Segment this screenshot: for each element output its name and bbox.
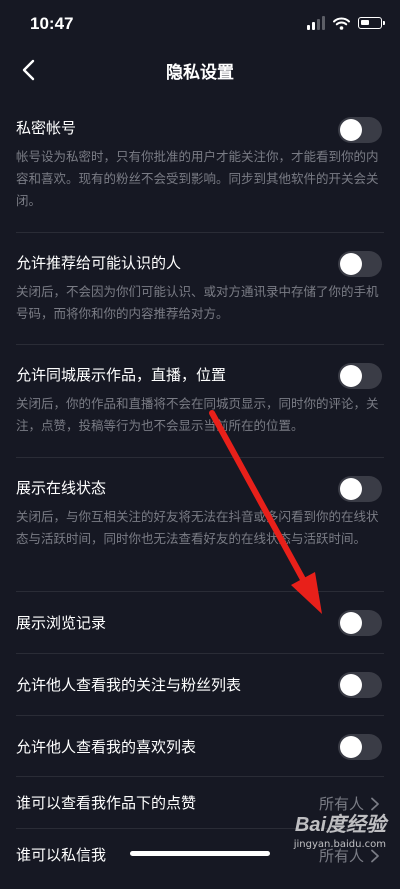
- chevron-right-icon: [371, 849, 379, 862]
- likes-list-toggle[interactable]: [338, 734, 382, 760]
- setting-online-status: 展示在线状态 关闭后，与你互相关注的好友将无法在抖音或多闪看到你的在线状态与活跃…: [16, 458, 384, 592]
- watermark-url: jingyan.baidu.com: [293, 839, 386, 850]
- browsing-history-toggle[interactable]: [338, 610, 382, 636]
- setting-likes-list: 允许他人查看我的喜欢列表: [16, 716, 384, 777]
- setting-description: 关闭后，不会因为你们可能认识、或对方通讯录中存储了你的手机号码，而将你和你的内容…: [16, 284, 379, 321]
- setting-following-list: 允许他人查看我的关注与粉丝列表: [16, 654, 384, 716]
- setting-label: 展示浏览记录: [16, 614, 107, 632]
- setting-label: 允许他人查看我的关注与粉丝列表: [16, 676, 242, 694]
- settings-list: 私密帐号 帐号设为私密时，只有你批准的用户才能关注你，才能看到你的内容和喜欢。现…: [0, 96, 400, 889]
- status-bar: 10:47: [0, 0, 400, 48]
- setting-label: 允许他人查看我的喜欢列表: [16, 738, 197, 756]
- watermark: Bai度经验 jingyan.baidu.com: [294, 808, 386, 850]
- setting-label: 允许推荐给可能认识的人: [16, 254, 182, 272]
- setting-description: 关闭后，你的作品和直播将不会在同城页显示，同时你的评论，关注，点赞，投稿等行为也…: [16, 396, 379, 433]
- setting-label: 允许同城展示作品，直播，位置: [16, 366, 227, 384]
- following-list-toggle[interactable]: [338, 672, 382, 698]
- status-icons: [307, 16, 385, 30]
- setting-browsing-history: 展示浏览记录: [16, 592, 384, 654]
- nearby-display-toggle[interactable]: [338, 363, 382, 389]
- cellular-signal-icon: [307, 16, 325, 30]
- home-indicator[interactable]: [130, 851, 270, 856]
- online-status-toggle[interactable]: [338, 476, 382, 502]
- nav-bar: 隐私设置: [0, 48, 400, 92]
- setting-description: 关闭后，与你互相关注的好友将无法在抖音或多闪看到你的在线状态与活跃时间，同时你也…: [16, 509, 379, 546]
- setting-private-account: 私密帐号 帐号设为私密时，只有你批准的用户才能关注你，才能看到你的内容和喜欢。现…: [16, 96, 384, 233]
- watermark-logo: Bai度经验: [294, 814, 386, 836]
- setting-label: 展示在线状态: [16, 479, 107, 497]
- wifi-icon: [333, 17, 350, 30]
- setting-label: 私密帐号: [16, 119, 77, 137]
- setting-description: 帐号设为私密时，只有你批准的用户才能关注你，才能看到你的内容和喜欢。现有的粉丝不…: [16, 149, 379, 208]
- setting-nearby-display: 允许同城展示作品，直播，位置 关闭后，你的作品和直播将不会在同城页显示，同时你的…: [16, 345, 384, 458]
- page-title: 隐私设置: [166, 63, 234, 83]
- status-time: 10:47: [30, 14, 74, 33]
- recommend-toggle[interactable]: [338, 251, 382, 277]
- battery-icon: [358, 17, 385, 29]
- setting-recommend-to-acquaintances: 允许推荐给可能认识的人 关闭后，不会因为你们可能认识、或对方通讯录中存储了你的手…: [16, 233, 384, 345]
- private-account-toggle[interactable]: [338, 117, 382, 143]
